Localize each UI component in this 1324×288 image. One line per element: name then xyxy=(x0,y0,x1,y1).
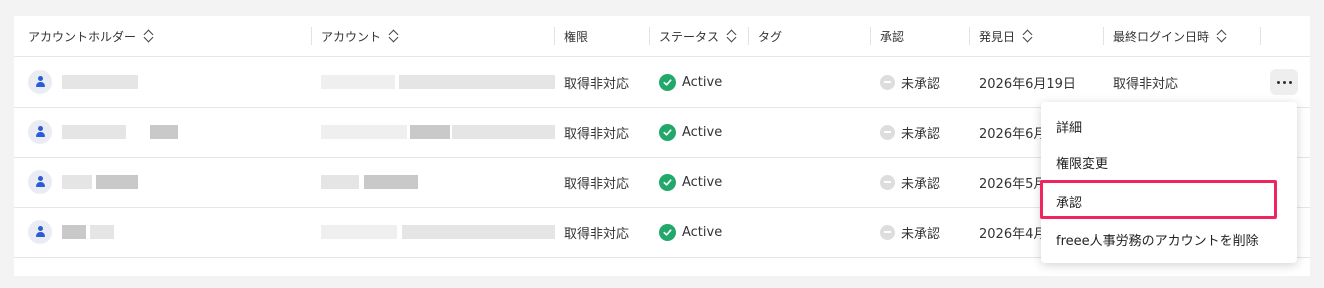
sort-icon[interactable] xyxy=(1023,29,1033,43)
menu-item-details[interactable]: 詳細 xyxy=(1041,108,1297,144)
header-status[interactable]: ステータス xyxy=(659,16,737,56)
check-circle-icon xyxy=(659,123,676,141)
redacted-holder-name xyxy=(150,125,178,139)
redacted-holder-name xyxy=(90,225,114,239)
sort-icon[interactable] xyxy=(1217,29,1227,43)
user-icon xyxy=(28,120,52,144)
sort-icon[interactable] xyxy=(389,29,399,43)
issue-date-cell: 2026年5月 xyxy=(979,176,1047,192)
last-login-cell: 取得非対応 xyxy=(1113,76,1179,92)
redacted-account xyxy=(321,225,397,239)
status-cell: Active xyxy=(659,57,722,107)
redacted-holder-name xyxy=(62,175,92,189)
header-holder[interactable]: アカウントホルダー xyxy=(28,16,154,56)
user-icon xyxy=(28,220,52,244)
approval-cell: 未承認 xyxy=(880,207,940,257)
sort-icon[interactable] xyxy=(727,29,737,43)
approval-cell: 未承認 xyxy=(880,157,940,207)
user-icon xyxy=(28,170,52,194)
redacted-account xyxy=(364,175,418,189)
minus-circle-icon xyxy=(880,174,895,190)
column-divider xyxy=(1260,27,1261,45)
column-divider xyxy=(649,27,650,45)
status-cell: Active xyxy=(659,207,722,257)
issue-date-cell: 2026年6月19日 xyxy=(979,76,1076,92)
sort-icon[interactable] xyxy=(144,29,154,43)
permission-cell: 取得非対応 xyxy=(564,176,630,192)
header-issue-date[interactable]: 発見日 xyxy=(979,16,1033,56)
column-divider xyxy=(870,27,871,45)
approval-cell: 未承認 xyxy=(880,107,940,157)
header-approval: 承認 xyxy=(880,29,905,44)
check-circle-icon xyxy=(659,173,676,191)
minus-circle-icon xyxy=(880,124,895,140)
issue-date-cell: 2026年6月 xyxy=(979,126,1047,142)
table-header: アカウントホルダー アカウント 権限 ステータス タグ 承認 発見日 最終ログイ… xyxy=(14,16,1310,57)
approval-cell: 未承認 xyxy=(880,57,940,107)
redacted-holder-name xyxy=(96,175,138,189)
status-cell: Active xyxy=(659,157,722,207)
redacted-holder-name xyxy=(62,225,86,239)
permission-cell: 取得非対応 xyxy=(564,76,630,92)
more-options-button[interactable] xyxy=(1270,69,1298,95)
redacted-account xyxy=(321,175,359,189)
permission-cell: 取得非対応 xyxy=(564,226,630,242)
menu-item-change-permission[interactable]: 権限変更 xyxy=(1041,144,1297,180)
column-divider xyxy=(554,27,555,45)
redacted-account xyxy=(452,125,555,139)
permission-cell: 取得非対応 xyxy=(564,126,630,142)
menu-item-delete-account[interactable]: freee人事労務のアカウントを削除 xyxy=(1041,221,1297,257)
header-account[interactable]: アカウント xyxy=(321,16,399,56)
status-cell: Active xyxy=(659,107,722,157)
check-circle-icon xyxy=(659,223,676,241)
column-divider xyxy=(311,27,312,45)
column-divider xyxy=(1103,27,1104,45)
minus-circle-icon xyxy=(880,224,895,240)
header-tag: タグ xyxy=(758,29,783,44)
table-row[interactable]: 取得非対応 Active 未承認 2026年6月19日 取得非対応 xyxy=(14,57,1310,108)
redacted-account xyxy=(410,125,450,139)
minus-circle-icon xyxy=(880,74,895,90)
redacted-holder-name xyxy=(62,75,138,89)
user-icon xyxy=(28,70,52,94)
redacted-holder-name xyxy=(62,125,126,139)
column-divider xyxy=(748,27,749,45)
redacted-account xyxy=(399,75,555,89)
more-horizontal-icon xyxy=(1276,80,1280,84)
header-last-login[interactable]: 最終ログイン日時 xyxy=(1113,16,1227,56)
redacted-account xyxy=(402,225,555,239)
column-divider xyxy=(969,27,970,45)
check-circle-icon xyxy=(659,73,676,91)
redacted-account xyxy=(321,75,395,89)
highlight-box xyxy=(1040,180,1277,219)
header-permission: 権限 xyxy=(564,29,589,44)
issue-date-cell: 2026年4月 xyxy=(979,226,1047,242)
redacted-account xyxy=(321,125,407,139)
